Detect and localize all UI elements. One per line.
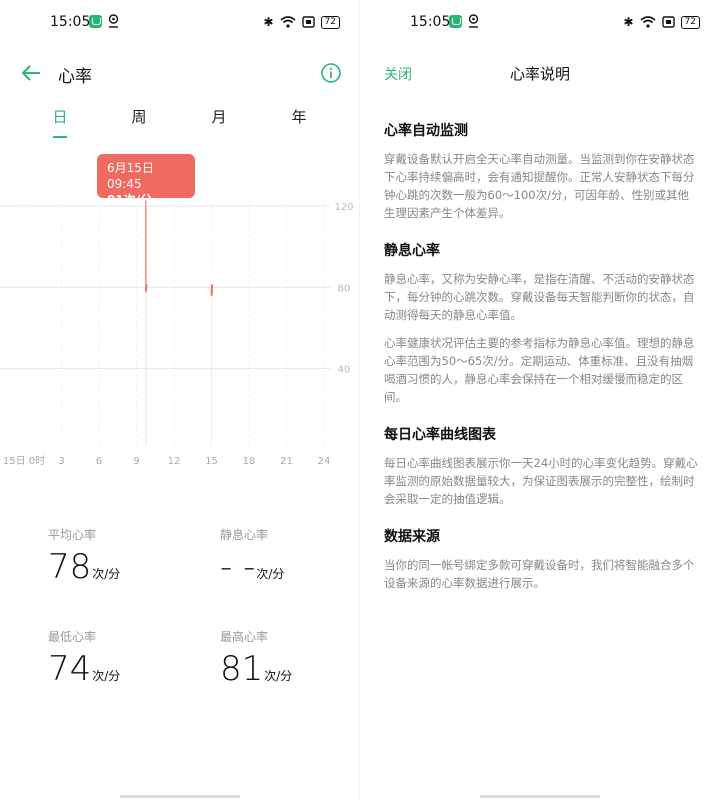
- section-paragraph: 当你的同一帐号绑定多款可穿戴设备时，我们将智能融合多个设备来源的心率数据进行展示…: [384, 558, 695, 590]
- active-tab-indicator: [53, 136, 67, 138]
- section-auto-monitoring: 心率自动监测 穿戴设备默认开启全天心率自动测量。当监测到你在安静状态下心率持续偏…: [384, 120, 700, 222]
- section-heading: 数据来源: [384, 529, 440, 545]
- battery-icon: 72: [320, 15, 340, 29]
- resting-heart-rate: 静息心率 - -次/分: [220, 526, 284, 587]
- heart-rate-segment: [144, 284, 148, 293]
- tab-month[interactable]: 月: [199, 106, 239, 127]
- status-bar: 15:05 ✱ 72: [0, 0, 360, 44]
- min-heart-rate-label: 最低心率: [48, 630, 97, 644]
- section-heading: 心率自动监测: [384, 123, 468, 139]
- screen-cast-icon: [661, 16, 675, 28]
- app-notification-icon: [449, 15, 462, 28]
- x-tick-label: 9: [133, 456, 139, 467]
- tooltip-date-time: 6月15日 09:45: [107, 161, 154, 191]
- info-icon[interactable]: [320, 62, 342, 84]
- wifi-icon: [640, 16, 656, 28]
- x-tick-label: 6: [96, 456, 102, 467]
- tab-day[interactable]: 日: [40, 106, 80, 127]
- section-data-source: 数据来源 当你的同一帐号绑定多款可穿戴设备时，我们将智能融合多个设备来源的心率数…: [384, 526, 700, 592]
- heart-rate-segment: [210, 284, 214, 297]
- period-tabs: 日 周 月 年: [0, 106, 360, 142]
- section-paragraph: 静息心率，又称为安静心率，是指在清醒、不活动的安静状态下，每分钟的心跳次数。穿戴…: [384, 272, 695, 322]
- section-heading: 每日心率曲线图表: [384, 427, 496, 443]
- min-heart-rate-value: 74: [48, 649, 92, 689]
- app-notification-icon: [89, 15, 102, 28]
- battery-icon: 72: [680, 15, 700, 29]
- home-indicator[interactable]: [480, 795, 600, 798]
- close-button[interactable]: 关闭: [384, 64, 412, 84]
- resting-heart-rate-value: - -: [220, 547, 256, 587]
- y-tick-label: 80: [338, 283, 351, 294]
- max-heart-rate-value: 81: [220, 649, 264, 689]
- tab-year[interactable]: 年: [279, 106, 319, 127]
- avg-heart-rate-value: 78: [48, 547, 92, 587]
- min-heart-rate: 最低心率 74次/分: [48, 628, 120, 689]
- header: 心率: [0, 56, 360, 92]
- status-time: 15:05: [50, 14, 91, 30]
- screen-cast-icon: [301, 16, 315, 28]
- max-heart-rate-unit: 次/分: [264, 669, 293, 683]
- y-tick-label: 40: [338, 365, 351, 376]
- avg-heart-rate-label: 平均心率: [48, 528, 97, 542]
- back-arrow-icon[interactable]: [20, 62, 42, 84]
- min-heart-rate-unit: 次/分: [92, 669, 121, 683]
- resting-heart-rate-unit: 次/分: [256, 567, 285, 581]
- max-heart-rate-label: 最高心率: [220, 630, 269, 644]
- heart-rate-explanation-screen: 15:05 ✱ 72 心率说明 关闭 心率自动监测 穿戴设备默认开启全天心率自动…: [360, 0, 720, 800]
- avg-heart-rate-unit: 次/分: [92, 567, 121, 581]
- page-title: 心率说明: [509, 65, 570, 83]
- x-tick-label: 15: [205, 456, 218, 467]
- x-tick-label: 21: [280, 456, 293, 467]
- location-icon: [468, 14, 479, 28]
- x-tick-label: 15日 0时: [3, 455, 45, 467]
- x-tick-label: 18: [243, 456, 256, 467]
- section-resting-heart-rate: 静息心率 静息心率，又称为安静心率，是指在清醒、不活动的安静状态下，每分钟的心跳…: [384, 240, 700, 406]
- tab-week[interactable]: 周: [119, 106, 159, 127]
- x-tick-label: 24: [318, 456, 331, 467]
- resting-heart-rate-label: 静息心率: [220, 528, 269, 542]
- tooltip-value: 81次/分: [107, 193, 153, 207]
- x-tick-label: 12: [168, 456, 181, 467]
- section-daily-chart: 每日心率曲线图表 每日心率曲线图表展示你一天24小时的心率变化趋势。穿戴心率监测…: [384, 424, 700, 508]
- header: 心率说明 关闭: [360, 56, 720, 92]
- section-heading: 静息心率: [384, 243, 440, 259]
- heart-rate-screen: 15:05 ✱ 72 心率 日 周 月 年 120 80 40 15日 0时 3…: [0, 0, 360, 800]
- bluetooth-icon: ✱: [623, 15, 634, 29]
- x-tick-label: 3: [58, 456, 64, 467]
- status-bar: 15:05 ✱ 72: [360, 0, 720, 44]
- avg-heart-rate: 平均心率 78次/分: [48, 526, 120, 587]
- home-indicator[interactable]: [120, 795, 240, 798]
- location-icon: [108, 14, 119, 28]
- status-time: 15:05: [410, 14, 451, 30]
- section-paragraph: 每日心率曲线图表展示你一天24小时的心率变化趋势。穿戴心率监测的原始数据量较大，…: [384, 456, 698, 506]
- y-tick-label: 120: [334, 202, 353, 213]
- page-title: 心率: [58, 67, 92, 87]
- max-heart-rate: 最高心率 81次/分: [220, 628, 292, 689]
- section-paragraph: 穿戴设备默认开启全天心率自动测量。当监测到你在安静状态下心率持续偏高时，会有通知…: [384, 152, 695, 220]
- section-paragraph: 心率健康状况评估主要的参考指标为静息心率值。理想的静息心率范围为50～65次/分…: [384, 336, 695, 404]
- bluetooth-icon: ✱: [263, 15, 274, 29]
- wifi-icon: [280, 16, 296, 28]
- chart-tooltip: 6月15日 09:45 81次/分: [97, 154, 195, 207]
